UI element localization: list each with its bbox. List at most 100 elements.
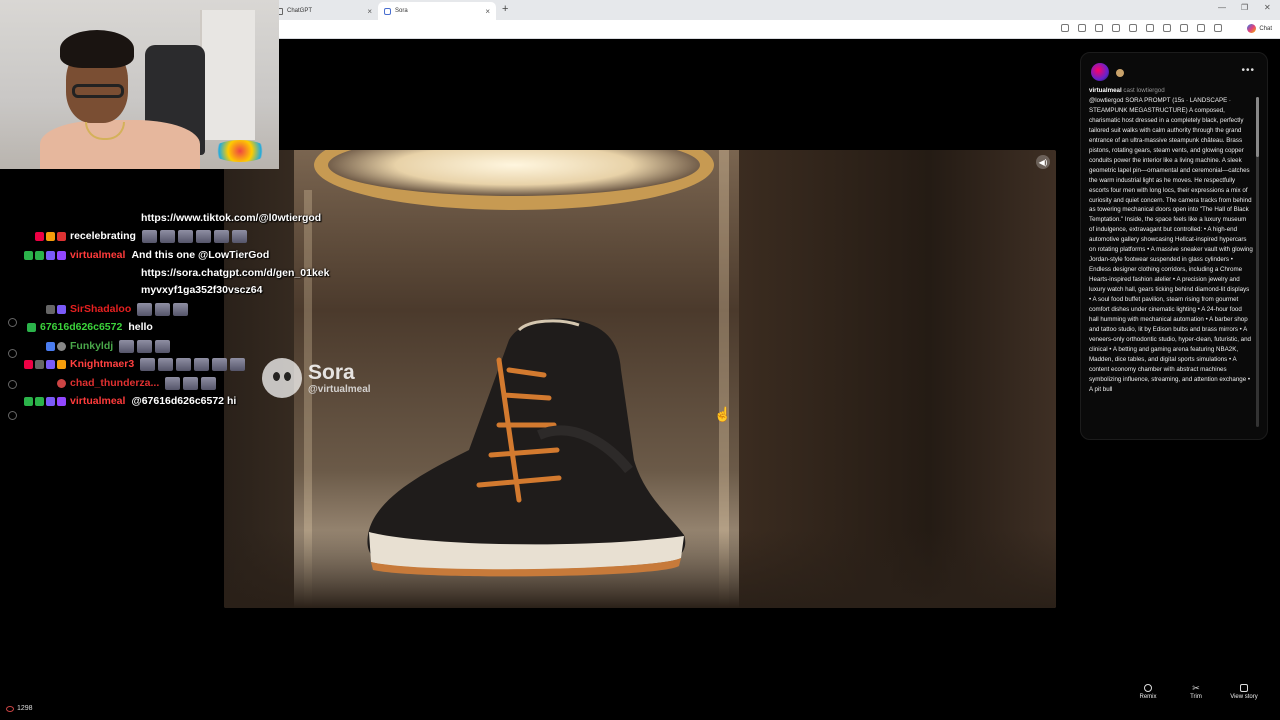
view-story-label: View story — [1230, 694, 1258, 700]
refresh-icon[interactable] — [1129, 24, 1137, 32]
close-tab-icon[interactable]: × — [485, 7, 490, 16]
split-screen-icon[interactable] — [1146, 24, 1154, 32]
toolbar-icons — [1061, 24, 1222, 32]
read-aloud-icon[interactable] — [1078, 24, 1086, 32]
mod-badge-icon — [35, 359, 44, 369]
minimize-button[interactable]: — — [1218, 3, 1226, 12]
story-icon — [1240, 684, 1248, 692]
vip-badge-icon — [35, 396, 44, 406]
chat-text: @67616d626c6572 hi — [131, 395, 237, 407]
streamer-hair — [60, 30, 134, 68]
remix-label: Remix — [1139, 694, 1157, 700]
chat-badges — [0, 231, 66, 241]
trim-button[interactable]: ✂ Trim — [1181, 683, 1211, 701]
chat-message: chad_thunderza... — [0, 374, 219, 392]
heart-badge-icon — [35, 231, 44, 241]
remix-button[interactable]: Remix — [1133, 684, 1163, 700]
settings-more-icon[interactable] — [1214, 24, 1222, 32]
cast-label[interactable]: cast lowtiergod — [1123, 87, 1164, 94]
sub-badge-icon — [57, 304, 66, 314]
sora-watermark: Sora @virtualmeal — [262, 358, 371, 398]
chat-badges — [0, 322, 36, 332]
viewer-count: 1298 — [6, 705, 33, 712]
scissors-icon: ✂ — [1192, 683, 1200, 693]
prompt-description: @lowtiergod SORA PROMPT (15s · LANDSCAPE… — [1089, 97, 1253, 393]
copilot-chat-button[interactable]: Chat — [1247, 24, 1272, 33]
sora-logo-icon — [262, 358, 302, 398]
speaker-icon[interactable]: ◀) — [1036, 155, 1050, 169]
chat-message: Knightmaer3 — [0, 355, 248, 373]
verified-badge-icon — [24, 250, 33, 260]
chat-username[interactable]: chad_thunderza... — [70, 377, 159, 389]
trim-label: Trim — [1190, 694, 1202, 700]
chat-message: virtualmeal @67616d626c6572 hi — [0, 392, 236, 410]
profile-icon[interactable] — [1197, 24, 1205, 32]
chat-username[interactable]: virtualmeal — [70, 395, 125, 407]
screen: ChatGPT × Sora × + — ❐ ✕ Chat ◀) ☝ Sora … — [0, 0, 1280, 720]
chat-message: https://sora.chatgpt.com/d/gen_01kek — [141, 264, 329, 282]
more-options-icon[interactable]: ••• — [1241, 65, 1255, 76]
chat-message: recelebrating — [0, 227, 250, 245]
remix-icon — [1144, 684, 1152, 692]
tab-label: Sora — [395, 8, 408, 14]
tab-chatgpt[interactable]: ChatGPT × — [270, 2, 378, 20]
emote-row — [140, 357, 248, 371]
prime-badge-icon — [46, 396, 55, 406]
chat-username[interactable]: virtualmeal — [70, 249, 125, 261]
sub-badge-icon — [27, 322, 36, 332]
chat-message: Funkyldj — [0, 337, 173, 355]
copilot-icon — [1247, 24, 1257, 33]
tab-sora[interactable]: Sora × — [378, 2, 496, 20]
author-avatar[interactable] — [1091, 63, 1109, 81]
chat-badges — [0, 378, 66, 388]
avatar-badge-icon — [57, 341, 66, 351]
chat-message: virtualmeal And this one @LowTierGod — [0, 246, 269, 264]
chat-text: And this one @LowTierGod — [131, 249, 270, 261]
close-window-button[interactable]: ✕ — [1264, 3, 1271, 12]
viewers-icon — [6, 705, 14, 712]
post-meta: virtualmeal cast lowtiergod — [1089, 87, 1165, 94]
verified-badge-icon — [24, 396, 33, 406]
view-story-button[interactable]: View story — [1229, 684, 1259, 700]
extension-icon[interactable] — [1112, 24, 1120, 32]
favorites-icon[interactable] — [1163, 24, 1171, 32]
avatar-badge-icon — [57, 378, 66, 388]
chat-message: https://www.tiktok.com/@l0wtiergod — [141, 209, 321, 227]
glasses — [72, 84, 124, 98]
collections-icon[interactable] — [1180, 24, 1188, 32]
sub-badge-icon — [57, 231, 66, 241]
gift-icon[interactable] — [8, 411, 17, 420]
chat-username[interactable]: 67616d626c6572 — [40, 321, 122, 333]
scrollbar-thumb[interactable] — [1256, 97, 1259, 157]
viewer-count-value: 1298 — [17, 705, 33, 712]
chat-badges — [0, 250, 66, 260]
sub-badge-icon — [57, 396, 66, 406]
chat-username[interactable]: recelebrating — [70, 230, 136, 242]
chat-message: SirShadaloo — [0, 300, 191, 318]
chat-badges — [0, 396, 66, 406]
mouse-cursor-icon: ☝ — [714, 406, 732, 422]
emote-row — [165, 376, 219, 390]
chat-text: https://sora.chatgpt.com/d/gen_01kek — [141, 267, 330, 279]
gift-badge-icon — [46, 231, 55, 241]
emote-row — [119, 339, 173, 353]
grid-icon[interactable] — [1061, 24, 1069, 32]
chat-message: myvxyf1ga352f30vscz64 — [141, 281, 262, 299]
prime-badge-icon — [46, 250, 55, 260]
sub-badge-icon — [46, 359, 55, 369]
author-name[interactable]: virtualmeal — [1089, 87, 1122, 94]
maximize-button[interactable]: ❐ — [1241, 3, 1248, 12]
chat-label: Chat — [1259, 25, 1272, 32]
chat-username[interactable]: SirShadaloo — [70, 303, 131, 315]
chat-text: hello — [128, 321, 153, 333]
tab-label: ChatGPT — [287, 8, 313, 14]
new-tab-button[interactable]: + — [502, 3, 508, 15]
chat-badges — [0, 304, 66, 314]
cast-avatar[interactable] — [1116, 69, 1124, 77]
favorite-star-icon[interactable] — [1095, 24, 1103, 32]
chat-username[interactable]: Knightmaer3 — [70, 358, 134, 370]
close-tab-icon[interactable]: × — [367, 7, 372, 16]
sora-favicon-icon — [384, 7, 391, 15]
background-door — [200, 10, 255, 140]
chat-username[interactable]: Funkyldj — [70, 340, 113, 352]
